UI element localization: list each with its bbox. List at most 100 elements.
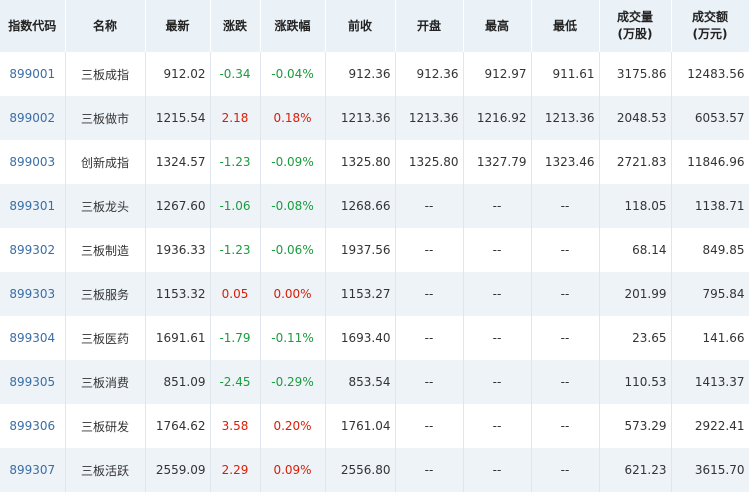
high-price: -- <box>463 272 532 316</box>
volume: 68.14 <box>599 228 672 272</box>
header-name[interactable]: 名称 <box>65 0 146 52</box>
high-price: -- <box>463 228 532 272</box>
change-pct: 0.00% <box>260 272 326 316</box>
price-change: 0.05 <box>210 272 261 316</box>
open-price: 1213.36 <box>395 96 464 140</box>
price-change: -1.23 <box>210 228 261 272</box>
open-price: -- <box>395 360 464 404</box>
low-price: -- <box>531 448 600 492</box>
volume: 118.05 <box>599 184 672 228</box>
change-pct: 0.18% <box>260 96 326 140</box>
header-high[interactable]: 最高 <box>463 0 532 52</box>
header-index-code-label: 指数代码 <box>8 18 57 33</box>
prev-close: 1937.56 <box>325 228 396 272</box>
header-last-label: 最新 <box>165 18 190 33</box>
table-row[interactable]: 899307 三板活跃 2559.09 2.29 0.09% 2556.80 -- -- -- 6… <box>0 448 749 492</box>
last-price: 1691.61 <box>145 316 211 360</box>
table-row[interactable]: 899303 三板服务 1153.32 0.05 0.00% 1153.27 -- -- -- 2… <box>0 272 749 316</box>
low-price: -- <box>531 316 600 360</box>
prev-close: 853.54 <box>325 360 396 404</box>
change-pct: -0.08% <box>260 184 326 228</box>
index-code-link[interactable]: 899305 <box>0 360 66 404</box>
header-row: 指数代码 名称 最新 涨跌 涨跌幅 前收 开盘 最高 最低 成交量 (万股) 成交额 (万元) <box>0 0 749 52</box>
header-volume-label-unit: (万股) <box>617 27 653 41</box>
amount: 795.84 <box>671 272 749 316</box>
price-change: -2.45 <box>210 360 261 404</box>
header-change[interactable]: 涨跌 <box>210 0 261 52</box>
last-price: 1215.54 <box>145 96 211 140</box>
index-name: 三板服务 <box>65 272 146 316</box>
amount: 141.66 <box>671 316 749 360</box>
index-code-link[interactable]: 899002 <box>0 96 66 140</box>
last-price: 1267.60 <box>145 184 211 228</box>
index-name: 三板医药 <box>65 316 146 360</box>
amount: 1413.37 <box>671 360 749 404</box>
header-volume[interactable]: 成交量 (万股) <box>599 0 672 52</box>
header-prev-close[interactable]: 前收 <box>325 0 396 52</box>
table-row[interactable]: 899301 三板龙头 1267.60 -1.06 -0.08% 1268.66 -- -- -… <box>0 184 749 228</box>
table-row[interactable]: 899305 三板消费 851.09 -2.45 -0.29% 853.54 -- -- -- 1… <box>0 360 749 404</box>
index-name: 三板活跃 <box>65 448 146 492</box>
header-name-label: 名称 <box>92 18 117 33</box>
price-change: 2.29 <box>210 448 261 492</box>
high-price: 1216.92 <box>463 96 532 140</box>
open-price: 1325.80 <box>395 140 464 184</box>
prev-close: 1761.04 <box>325 404 396 448</box>
volume: 573.29 <box>599 404 672 448</box>
high-price: -- <box>463 184 532 228</box>
volume: 621.23 <box>599 448 672 492</box>
header-index-code[interactable]: 指数代码 <box>0 0 66 52</box>
index-code-link[interactable]: 899003 <box>0 140 66 184</box>
last-price: 1936.33 <box>145 228 211 272</box>
header-open[interactable]: 开盘 <box>395 0 464 52</box>
table-row[interactable]: 899302 三板制造 1936.33 -1.23 -0.06% 1937.56 -- -- -… <box>0 228 749 272</box>
open-price: -- <box>395 316 464 360</box>
price-change: -0.34 <box>210 52 261 96</box>
open-price: -- <box>395 272 464 316</box>
header-low[interactable]: 最低 <box>531 0 600 52</box>
table-row[interactable]: 899002 三板做市 1215.54 2.18 0.18% 1213.36 1213.36… <box>0 96 749 140</box>
open-price: 912.36 <box>395 52 464 96</box>
table-row[interactable]: 899306 三板研发 1764.62 3.58 0.20% 1761.04 -- -- -- 5… <box>0 404 749 448</box>
index-code-link[interactable]: 899304 <box>0 316 66 360</box>
amount: 11846.96 <box>671 140 749 184</box>
volume: 201.99 <box>599 272 672 316</box>
header-last[interactable]: 最新 <box>145 0 211 52</box>
low-price: -- <box>531 404 600 448</box>
volume: 2048.53 <box>599 96 672 140</box>
header-low-label: 最低 <box>552 18 577 33</box>
index-code-link[interactable]: 899302 <box>0 228 66 272</box>
header-change-label: 涨跌 <box>222 18 247 33</box>
low-price: 1323.46 <box>531 140 600 184</box>
low-price: -- <box>531 228 600 272</box>
price-change: 2.18 <box>210 96 261 140</box>
open-price: -- <box>395 184 464 228</box>
low-price: -- <box>531 272 600 316</box>
prev-close: 1153.27 <box>325 272 396 316</box>
index-code-link[interactable]: 899301 <box>0 184 66 228</box>
last-price: 1324.57 <box>145 140 211 184</box>
index-code-link[interactable]: 899001 <box>0 52 66 96</box>
index-code-link[interactable]: 899306 <box>0 404 66 448</box>
table-row[interactable]: 899304 三板医药 1691.61 -1.79 -0.11% 1693.40 -- -- -… <box>0 316 749 360</box>
volume: 3175.86 <box>599 52 672 96</box>
header-open-label: 开盘 <box>416 18 441 33</box>
header-high-label: 最高 <box>484 18 509 33</box>
prev-close: 1693.40 <box>325 316 396 360</box>
amount: 12483.56 <box>671 52 749 96</box>
index-name: 三板成指 <box>65 52 146 96</box>
table-row[interactable]: 899001 三板成指 912.02 -0.34 -0.04% 912.36 912.36 9… <box>0 52 749 96</box>
index-code-link[interactable]: 899303 <box>0 272 66 316</box>
header-change-pct-label: 涨跌幅 <box>274 18 311 33</box>
table-body: 899001 三板成指 912.02 -0.34 -0.04% 912.36 912.36 9… <box>0 52 749 492</box>
index-name: 创新成指 <box>65 140 146 184</box>
index-code-link[interactable]: 899307 <box>0 448 66 492</box>
last-price: 1153.32 <box>145 272 211 316</box>
last-price: 912.02 <box>145 52 211 96</box>
header-amount[interactable]: 成交额 (万元) <box>671 0 749 52</box>
header-change-pct[interactable]: 涨跌幅 <box>260 0 326 52</box>
table-row[interactable]: 899003 创新成指 1324.57 -1.23 -0.09% 1325.80 1325.… <box>0 140 749 184</box>
change-pct: -0.11% <box>260 316 326 360</box>
table-header: 指数代码 名称 最新 涨跌 涨跌幅 前收 开盘 最高 最低 成交量 (万股) 成交额 (万元) <box>0 0 749 52</box>
header-volume-label: 成交量 <box>616 10 653 24</box>
